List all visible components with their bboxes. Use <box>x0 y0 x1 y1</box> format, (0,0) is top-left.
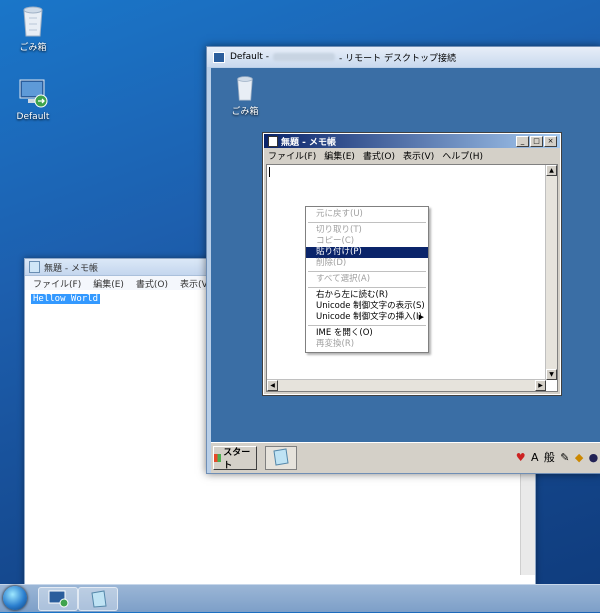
context-menu-item[interactable]: Unicode 制御文字の挿入(I) ▶ <box>306 312 428 323</box>
tray-icon-6[interactable]: ● <box>589 451 599 464</box>
notepad-icon <box>268 135 278 147</box>
local-notepad-title: 無題 - メモ帳 <box>44 263 98 274</box>
menu-format[interactable]: 書式(O) <box>363 149 395 162</box>
close-button[interactable]: × <box>544 136 557 147</box>
context-menu-item: 元に戻す(U) <box>306 209 428 220</box>
context-menu-item-label: 元に戻す(U) <box>316 209 363 219</box>
submenu-arrow-icon: ▶ <box>418 313 424 321</box>
rdp-title-prefix: Default - <box>230 52 269 62</box>
context-menu-item: 再変換(R) <box>306 339 428 350</box>
context-menu-item-label: Unicode 制御文字の表示(S) <box>316 301 425 311</box>
context-menu-item[interactable]: IME を開く(O) <box>306 328 428 339</box>
context-menu-item: コピー(C) <box>306 236 428 247</box>
minimize-button[interactable]: _ <box>516 136 529 147</box>
selected-text[interactable]: Hellow World <box>31 294 101 304</box>
context-menu-item: 削除(D) <box>306 258 428 269</box>
desktop-icon-recycle-bin[interactable]: ごみ箱 <box>3 4 63 53</box>
remote-start-button[interactable]: スタート <box>213 446 257 471</box>
tray-icon-1[interactable]: ♥ <box>516 451 526 464</box>
tray-icon-4[interactable]: ✎ <box>560 451 569 464</box>
text-caret <box>269 167 270 177</box>
maximize-button[interactable]: □ <box>530 136 543 147</box>
context-menu-item-label: コピー(C) <box>316 236 355 246</box>
host-taskbar <box>0 584 600 612</box>
scroll-up-arrow[interactable]: ▲ <box>546 165 557 176</box>
context-menu-item-label: 削除(D) <box>316 258 347 268</box>
menu-separator <box>308 222 426 223</box>
rdp-window-icon <box>213 51 225 63</box>
context-menu[interactable]: 元に戻す(U) 切り取り(T) コピー(C) 貼り付け(P) 削除(D) すべて選択(A)… <box>305 206 429 353</box>
rdp-title-suffix: - リモート デスクトップ接続 <box>339 53 456 64</box>
context-menu-item[interactable]: 貼り付け(P) <box>306 247 428 258</box>
taskbar-rdp-button[interactable] <box>38 587 78 611</box>
horizontal-scrollbar[interactable]: ◀ ▶ <box>267 379 546 391</box>
context-menu-item-label: すべて選択(A) <box>316 274 371 284</box>
recycle-bin-icon <box>232 74 258 102</box>
remote-desktop-area[interactable]: ごみ箱 無題 - メモ帳 _ □ × ファイル(F) 編集(E) 書式(O) 表… <box>211 68 600 473</box>
start-label: スタート <box>223 448 251 471</box>
desktop-icon-label: ごみ箱 <box>19 43 47 53</box>
remote-system-tray: ♥ A 般 ✎ ◆ ● <box>513 446 600 468</box>
vertical-scrollbar[interactable]: ▲ ▼ <box>545 165 557 380</box>
menu-format[interactable]: 書式(O) <box>136 277 168 290</box>
menu-separator <box>308 287 426 288</box>
menu-view[interactable]: 表示(V) <box>403 149 434 162</box>
remote-desktop-icon <box>17 76 49 110</box>
context-menu-item-label: IME を開く(O) <box>316 328 373 338</box>
context-menu-item[interactable]: 右から左に読む(R) <box>306 290 428 301</box>
context-menu-item-label: 右から左に読む(R) <box>316 290 389 300</box>
quick-launch-notepad[interactable] <box>265 446 297 470</box>
remote-desktop-icon-recycle-bin[interactable]: ごみ箱 <box>215 74 275 117</box>
context-menu-item[interactable]: Unicode 制御文字の表示(S) <box>306 301 428 312</box>
menu-separator <box>308 325 426 326</box>
desktop-icon-label: ごみ箱 <box>231 107 259 117</box>
remote-desktop-window[interactable]: Default - - リモート デスクトップ接続 ごみ箱 無題 - メモ帳 _… <box>206 46 600 474</box>
windows-flag-icon <box>214 454 222 462</box>
desktop-icon-default-rdp[interactable]: Default <box>3 76 63 122</box>
context-menu-item-label: Unicode 制御文字の挿入(I) <box>316 312 422 322</box>
menu-help[interactable]: ヘルプ(H) <box>442 149 483 162</box>
notepad-icon <box>29 261 40 273</box>
recycle-bin-icon <box>17 4 49 38</box>
notepad-icon <box>273 448 289 466</box>
remote-desktop-icon <box>48 590 69 608</box>
menu-file[interactable]: ファイル(F) <box>33 277 81 290</box>
tray-icon-ime[interactable]: A <box>531 451 539 464</box>
remote-notepad-title: 無題 - メモ帳 <box>281 137 337 148</box>
context-menu-item: すべて選択(A) <box>306 274 428 285</box>
tray-icon-5[interactable]: ◆ <box>575 451 583 464</box>
scroll-right-arrow[interactable]: ▶ <box>535 380 546 391</box>
scroll-left-arrow[interactable]: ◀ <box>267 380 278 391</box>
desktop-icon-label: Default <box>16 112 50 122</box>
menu-separator <box>308 271 426 272</box>
notepad-icon <box>91 590 107 608</box>
start-orb-button[interactable] <box>3 586 27 610</box>
context-menu-item-label: 切り取り(T) <box>316 225 362 235</box>
remote-taskbar: スタート ♥ A 般 ✎ ◆ ● <box>211 442 600 473</box>
menu-edit[interactable]: 編集(E) <box>324 149 355 162</box>
context-menu-item-label: 再変換(R) <box>316 339 355 349</box>
menu-edit[interactable]: 編集(E) <box>93 277 124 290</box>
remote-desktop-titlebar[interactable]: Default - - リモート デスクトップ接続 <box>207 47 600 67</box>
context-menu-item-label: 貼り付け(P) <box>316 247 362 257</box>
scroll-down-arrow[interactable]: ▼ <box>546 369 557 380</box>
redacted-host <box>273 53 335 61</box>
menu-file[interactable]: ファイル(F) <box>268 149 316 162</box>
tray-icon-kana[interactable]: 般 <box>544 449 555 465</box>
remote-notepad-menubar: ファイル(F) 編集(E) 書式(O) 表示(V) ヘルプ(H) <box>264 148 560 162</box>
context-menu-item: 切り取り(T) <box>306 225 428 236</box>
taskbar-notepad-button[interactable] <box>78 587 118 611</box>
